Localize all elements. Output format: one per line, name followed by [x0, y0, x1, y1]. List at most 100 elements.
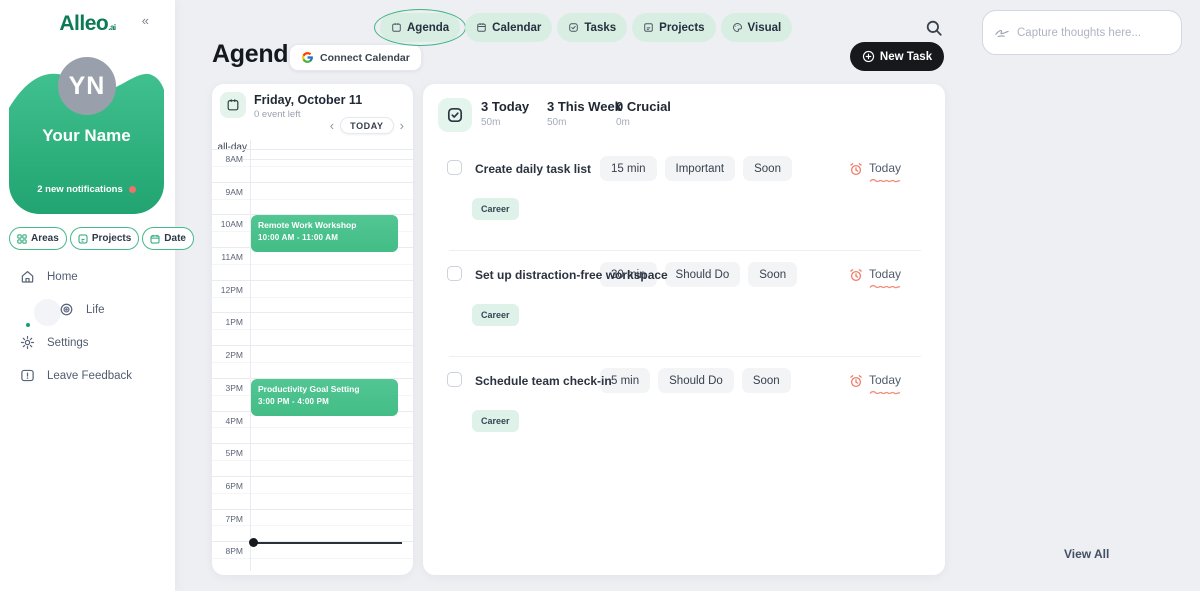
task-priority-badge[interactable]: Should Do	[665, 262, 741, 287]
capture-thoughts-box	[982, 10, 1182, 55]
task-tag[interactable]: Career	[472, 198, 519, 220]
tasks-header-icon	[438, 98, 472, 132]
task-badges: 15 min Important Soon	[600, 156, 792, 181]
task-due[interactable]: Today	[849, 373, 901, 395]
tab-label: Calendar	[492, 22, 541, 34]
filter-areas-button[interactable]: Areas	[9, 227, 67, 250]
filter-label: Projects	[92, 233, 131, 244]
task-checkbox[interactable]	[447, 372, 462, 387]
tab-agenda[interactable]: Agenda	[380, 13, 460, 42]
task-due-label: Today	[869, 161, 901, 175]
task-priority-badge[interactable]: Important	[665, 156, 736, 181]
filter-projects-button[interactable]: Projects	[70, 227, 139, 250]
calendar-event[interactable]: Remote Work Workshop 10:00 AM - 11:00 AM	[251, 215, 398, 252]
task-row: Schedule team check-in 5 min Should Do S…	[423, 372, 945, 436]
sidebar-item-home[interactable]: Home	[0, 260, 175, 293]
filter-label: Date	[164, 233, 186, 244]
avatar: YN	[58, 57, 116, 115]
app-logo: Alleo.ai	[59, 12, 115, 36]
life-notification-dot	[26, 323, 30, 327]
tab-visual[interactable]: Visual	[721, 13, 793, 42]
projects-icon	[643, 22, 654, 33]
calendar-header-icon	[220, 92, 246, 118]
plus-circle-icon	[862, 50, 875, 63]
summary-this-week: 3 This Week 50m	[547, 99, 622, 128]
hour-row: 7PM	[212, 509, 413, 542]
next-day-button[interactable]: ›	[400, 118, 404, 134]
tab-calendar[interactable]: Calendar	[465, 13, 552, 42]
task-duration-badge[interactable]: 15 min	[600, 156, 657, 181]
tab-tasks[interactable]: Tasks	[557, 13, 627, 42]
pen-scribble-icon	[995, 28, 1009, 38]
notification-dot-icon	[129, 186, 136, 193]
summary-crucial: 0 Crucial 0m	[616, 99, 671, 128]
sidebar-item-settings[interactable]: Settings	[0, 326, 175, 359]
task-tag[interactable]: Career	[472, 304, 519, 326]
event-time: 10:00 AM - 11:00 AM	[258, 233, 391, 242]
hour-label: 11AM	[212, 252, 243, 262]
search-icon[interactable]	[925, 19, 943, 37]
hour-label: 3PM	[212, 383, 243, 393]
tab-projects[interactable]: Projects	[632, 13, 715, 42]
event-title: Productivity Goal Setting	[258, 384, 391, 394]
calendar-event[interactable]: Productivity Goal Setting 3:00 PM - 4:00…	[251, 379, 398, 416]
task-separator	[449, 250, 921, 251]
prev-day-button[interactable]: ‹	[330, 118, 334, 134]
projects-icon	[78, 234, 88, 244]
life-target-icon	[59, 302, 74, 317]
sidebar-filters: Areas Projects Date	[9, 227, 167, 250]
task-schedule-badge[interactable]: Soon	[743, 156, 792, 181]
hour-label: 8AM	[212, 154, 243, 164]
notifications-link[interactable]: 2 new notifications	[9, 184, 164, 195]
sidebar-item-life[interactable]: Life	[0, 293, 175, 326]
task-title: Create daily task list	[475, 162, 591, 176]
summary-duration: 50m	[481, 117, 529, 128]
task-due-label: Today	[869, 373, 901, 387]
task-schedule-badge[interactable]: Soon	[742, 368, 791, 393]
sidebar-menu: Home Life Settings Leave Feedback	[0, 260, 175, 392]
summary-label: 3 This Week	[547, 99, 622, 114]
task-priority-badge[interactable]: Should Do	[658, 368, 734, 393]
hour-row: 2PM	[212, 345, 413, 378]
hour-label: 4PM	[212, 416, 243, 426]
task-checkbox[interactable]	[447, 266, 462, 281]
calendar-panel: Friday, October 11 0 event left ‹ TODAY …	[212, 84, 413, 575]
today-button[interactable]: TODAY	[340, 117, 394, 134]
current-time-dot	[249, 538, 258, 547]
hour-row: 6PM	[212, 476, 413, 509]
hour-row: 5PM	[212, 443, 413, 476]
new-task-button[interactable]: New Task	[850, 42, 944, 71]
event-title: Remote Work Workshop	[258, 220, 391, 230]
task-due-label: Today	[869, 267, 901, 281]
notifications-text: 2 new notifications	[37, 184, 123, 195]
hour-label: 9AM	[212, 187, 243, 197]
filter-label: Areas	[31, 233, 59, 244]
sidebar-item-leave-feedback[interactable]: Leave Feedback	[0, 359, 175, 392]
hour-label: 2PM	[212, 350, 243, 360]
filter-date-button[interactable]: Date	[142, 227, 194, 250]
calendar-nav: ‹ TODAY ›	[330, 117, 404, 134]
sidebar: Alleo.ai « YN Your Name 2 new notificati…	[0, 0, 175, 591]
task-tag[interactable]: Career	[472, 410, 519, 432]
task-checkbox[interactable]	[447, 160, 462, 175]
task-due[interactable]: Today	[849, 161, 901, 183]
view-all-link[interactable]: View All	[1064, 547, 1109, 561]
task-schedule-badge[interactable]: Soon	[748, 262, 797, 287]
time-grid: 8AM 9AM 10AM 11AM 12PM 1PM 2PM 3PM 4PM 5…	[212, 149, 413, 574]
hour-label: 7PM	[212, 514, 243, 524]
hour-label: 5PM	[212, 448, 243, 458]
capture-input[interactable]	[1017, 27, 1169, 39]
summary-label: 3 Today	[481, 99, 529, 114]
sidebar-collapse-icon[interactable]: «	[142, 13, 149, 28]
hour-label: 1PM	[212, 317, 243, 327]
task-due[interactable]: Today	[849, 267, 901, 289]
app-root: Alleo.ai « YN Your Name 2 new notificati…	[0, 0, 1200, 591]
task-title: Schedule team check-in	[475, 374, 612, 388]
calendar-icon	[476, 22, 487, 33]
summary-label: 0 Crucial	[616, 99, 671, 114]
hour-row: 1PM	[212, 312, 413, 345]
connect-calendar-button[interactable]: Connect Calendar	[289, 44, 422, 71]
alarm-clock-icon	[849, 374, 863, 388]
hour-label: 6PM	[212, 481, 243, 491]
task-title: Set up distraction-free workspace	[475, 268, 668, 282]
